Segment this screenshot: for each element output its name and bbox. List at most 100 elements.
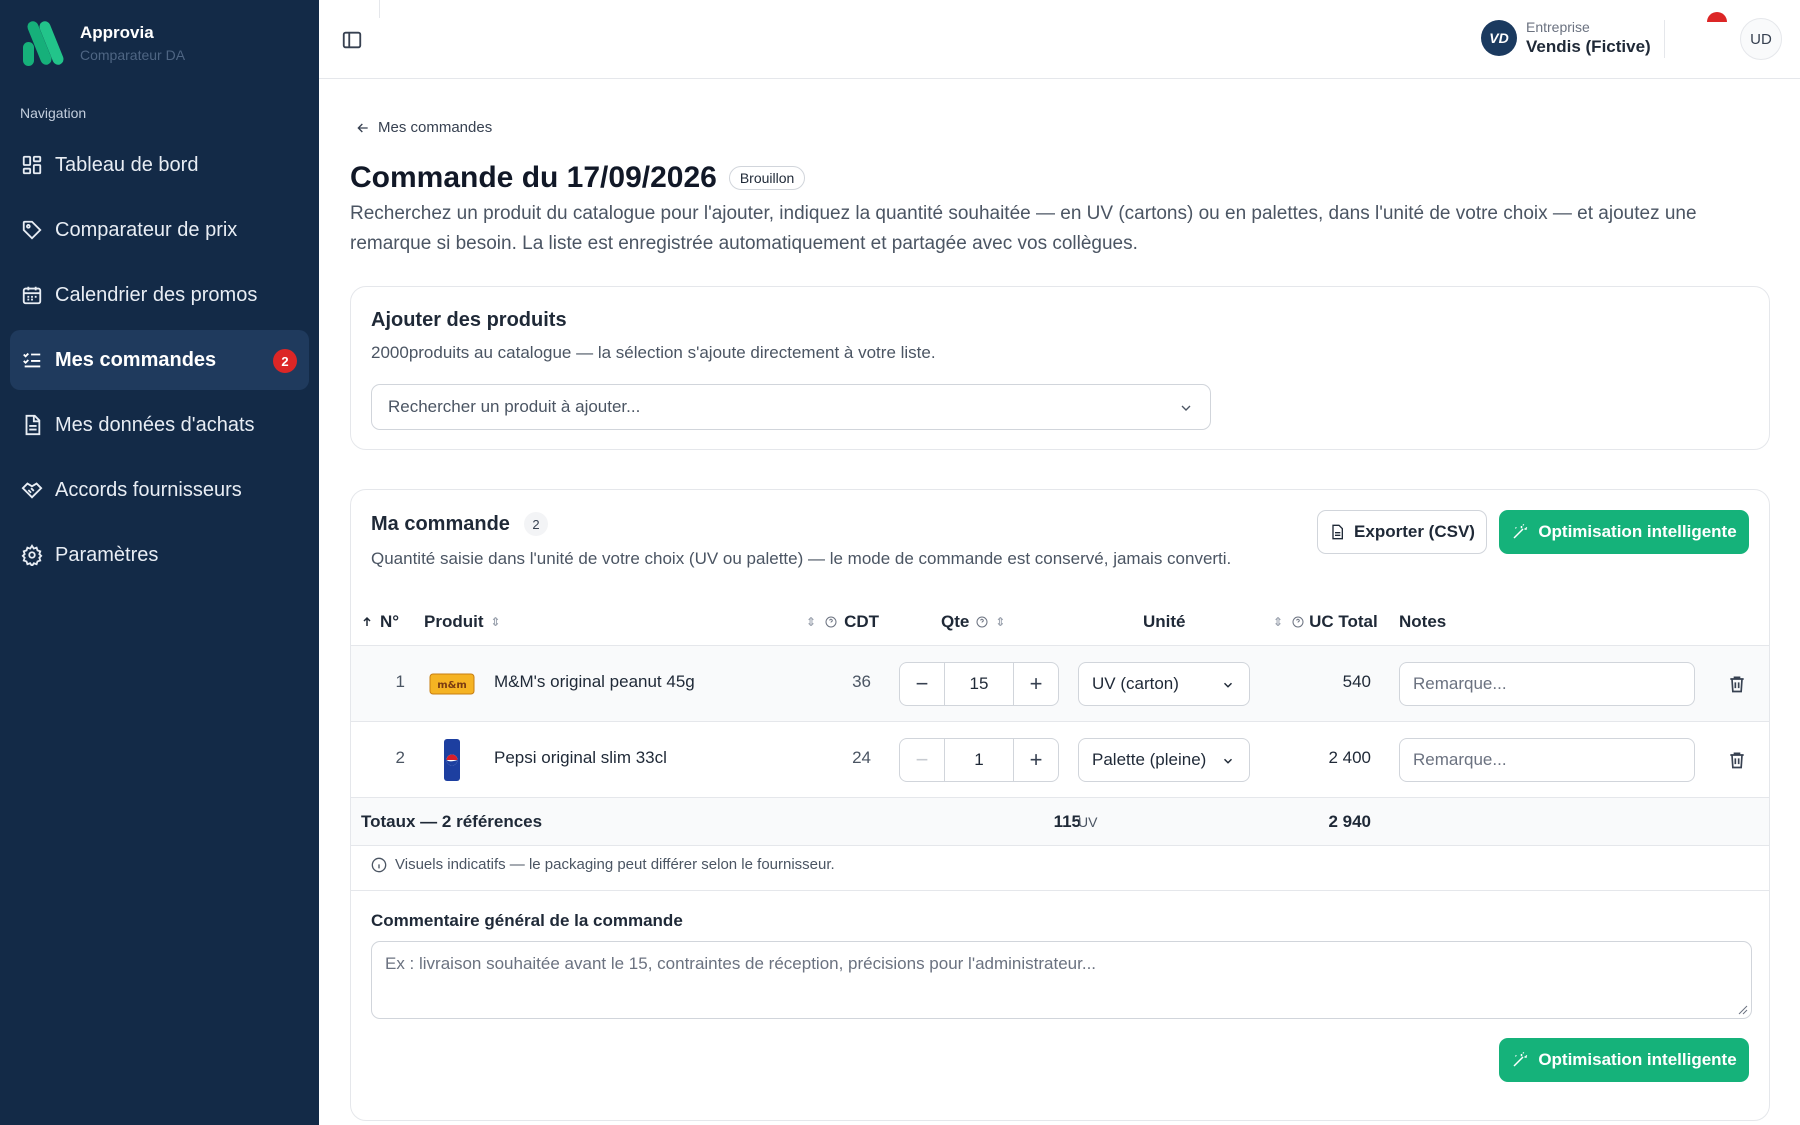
decrement-button[interactable]: − bbox=[900, 739, 944, 781]
product-search-combobox[interactable]: Rechercher un produit à ajouter... bbox=[371, 384, 1211, 430]
status-badge: Brouillon bbox=[728, 166, 806, 190]
topbar-divider bbox=[379, 0, 380, 18]
decrement-button[interactable]: − bbox=[900, 663, 944, 705]
order-comment-textarea[interactable]: Ex : livraison souhaitée avant le 15, co… bbox=[371, 941, 1752, 1019]
brand-logo-icon bbox=[23, 21, 64, 66]
resize-grip-icon[interactable] bbox=[1738, 1005, 1748, 1015]
smart-optimization-button[interactable]: Optimisation intelligente bbox=[1499, 510, 1749, 554]
sidebar-item-dashboard[interactable]: Tableau de bord bbox=[10, 135, 309, 195]
brand-name: Approvia bbox=[80, 23, 154, 42]
column-header-qty[interactable]: Qte ⇕ bbox=[941, 612, 1005, 632]
sidebar-item-purchase-data[interactable]: Mes données d'achats bbox=[10, 395, 309, 455]
company-logo: VD bbox=[1481, 20, 1517, 56]
company-label: Entreprise bbox=[1526, 19, 1590, 35]
topbar: VD Entreprise Vendis (Fictive) UD bbox=[319, 0, 1800, 79]
uc-total-value: 2 400 bbox=[1328, 748, 1371, 767]
notes-input[interactable]: Remarque... bbox=[1399, 738, 1695, 782]
magic-wand-icon bbox=[1513, 1051, 1528, 1067]
sidebar-item-promo-calendar[interactable]: Calendrier des promos bbox=[10, 265, 309, 325]
arrow-up-icon bbox=[363, 616, 371, 626]
info-note-text: Visuels indicatifs — le packaging peut d… bbox=[395, 856, 835, 873]
notification-indicator[interactable] bbox=[1707, 12, 1727, 22]
row-number: 2 bbox=[395, 748, 405, 767]
row-number: 1 bbox=[395, 672, 405, 691]
unit-select[interactable]: Palette (pleine) bbox=[1078, 738, 1250, 782]
table-row: 1 m&m M&M's original peanut 45g 36 − 15 … bbox=[351, 646, 1769, 722]
smart-optimization-label: Optimisation intelligente bbox=[1538, 522, 1737, 541]
column-header-num[interactable]: N° bbox=[361, 612, 399, 632]
notes-input[interactable]: Remarque... bbox=[1399, 662, 1695, 706]
chevron-down-icon bbox=[1181, 405, 1191, 411]
unit-select-value: UV (carton) bbox=[1092, 674, 1179, 693]
column-notes-label: Notes bbox=[1399, 612, 1447, 631]
quantity-stepper: − 1 + bbox=[899, 738, 1059, 782]
column-header-product[interactable]: Produit ⇕ bbox=[424, 612, 501, 632]
sort-icon: ⇕ bbox=[1273, 615, 1284, 629]
column-header-cdt[interactable]: ⇕ CDT bbox=[806, 612, 879, 632]
brand[interactable]: Approvia Comparateur DA bbox=[20, 18, 185, 68]
smart-optimization-button-bottom[interactable]: Optimisation intelligente bbox=[1499, 1038, 1749, 1082]
sidebar: Approvia Comparateur DA Navigation Table… bbox=[0, 0, 319, 1125]
back-link[interactable]: Mes commandes bbox=[355, 119, 492, 136]
comment-placeholder: Ex : livraison souhaitée avant le 15, co… bbox=[385, 954, 1097, 973]
trash-icon[interactable] bbox=[1727, 674, 1747, 694]
increment-button[interactable]: + bbox=[1014, 739, 1058, 781]
magic-wand-icon bbox=[1513, 523, 1528, 539]
quantity-input[interactable]: 15 bbox=[944, 663, 1014, 705]
avatar[interactable]: UD bbox=[1740, 18, 1782, 60]
orders-count-badge: 2 bbox=[273, 349, 297, 373]
export-csv-button[interactable]: Exporter (CSV) bbox=[1317, 510, 1487, 554]
unit-select[interactable]: UV (carton) bbox=[1078, 662, 1250, 706]
dashboard-icon bbox=[21, 154, 43, 176]
sidebar-item-label: Tableau de bord bbox=[55, 153, 199, 176]
tag-icon bbox=[21, 219, 43, 241]
sort-icon: ⇕ bbox=[806, 615, 817, 629]
sidebar-item-label: Mes données d'achats bbox=[55, 413, 255, 436]
help-circle-icon bbox=[1292, 616, 1304, 628]
sidebar-item-settings[interactable]: Paramètres bbox=[10, 525, 309, 585]
help-circle-icon bbox=[825, 616, 837, 628]
export-csv-label: Exporter (CSV) bbox=[1354, 522, 1475, 541]
sidebar-nav: Tableau de bord Comparateur de prix Cale… bbox=[10, 135, 309, 590]
page-title: Commande du 17/09/2026 bbox=[350, 161, 717, 194]
pepsi-can-icon bbox=[429, 738, 475, 782]
trash-icon[interactable] bbox=[1727, 750, 1747, 770]
quantity-input[interactable]: 1 bbox=[944, 739, 1014, 781]
increment-button[interactable]: + bbox=[1014, 663, 1058, 705]
column-product-label: Produit bbox=[424, 612, 484, 631]
company-name: Vendis (Fictive) bbox=[1526, 37, 1651, 56]
sidebar-item-label: Mes commandes bbox=[55, 348, 217, 371]
table-row: 2 Pepsi original slim 33cl 24 − 1 + Pale… bbox=[351, 722, 1769, 798]
product-name: Pepsi original slim 33cl bbox=[494, 748, 667, 767]
add-products-subtitle: 2000produits au catalogue — la sélection… bbox=[371, 343, 936, 362]
order-subtitle: Quantité saisie dans l'unité de votre ch… bbox=[371, 549, 1232, 568]
company-switcher[interactable]: VD Entreprise Vendis (Fictive) bbox=[1481, 19, 1651, 57]
sidebar-toggle-icon[interactable] bbox=[341, 29, 363, 51]
totals-label: Totaux — 2 références bbox=[361, 812, 543, 831]
file-icon bbox=[1332, 524, 1344, 540]
gear-icon bbox=[21, 544, 43, 566]
column-cdt-label: CDT bbox=[844, 612, 880, 631]
back-link-label: Mes commandes bbox=[378, 119, 493, 136]
quantity-stepper: − 15 + bbox=[899, 662, 1059, 706]
sidebar-item-price-comparator[interactable]: Comparateur de prix bbox=[10, 200, 309, 260]
section-divider bbox=[351, 890, 1769, 891]
page-description: Recherchez un produit du catalogue pour … bbox=[350, 203, 1697, 254]
cdt-value: 24 bbox=[852, 748, 871, 767]
totals-qty: 115 bbox=[1053, 812, 1081, 831]
handshake-icon bbox=[21, 479, 43, 501]
sidebar-item-label: Accords fournisseurs bbox=[55, 478, 242, 501]
sidebar-item-supplier-agreements[interactable]: Accords fournisseurs bbox=[10, 460, 309, 520]
brand-subtitle: Comparateur DA bbox=[80, 47, 186, 63]
checklist-icon bbox=[21, 349, 43, 371]
cdt-value: 36 bbox=[852, 672, 871, 691]
product-name: M&M's original peanut 45g bbox=[494, 672, 695, 691]
add-products-title: Ajouter des produits bbox=[371, 309, 567, 331]
document-icon bbox=[21, 414, 43, 436]
comment-label: Commentaire général de la commande bbox=[371, 911, 683, 930]
topbar-separator bbox=[1664, 20, 1665, 58]
column-header-notes: Notes bbox=[1399, 612, 1446, 632]
column-header-uc-total[interactable]: ⇕ UC Total bbox=[1273, 612, 1378, 632]
totals-row: Totaux — 2 références 115 UV 2 940 bbox=[351, 798, 1769, 846]
sidebar-item-my-orders[interactable]: Mes commandes 2 bbox=[10, 330, 309, 390]
